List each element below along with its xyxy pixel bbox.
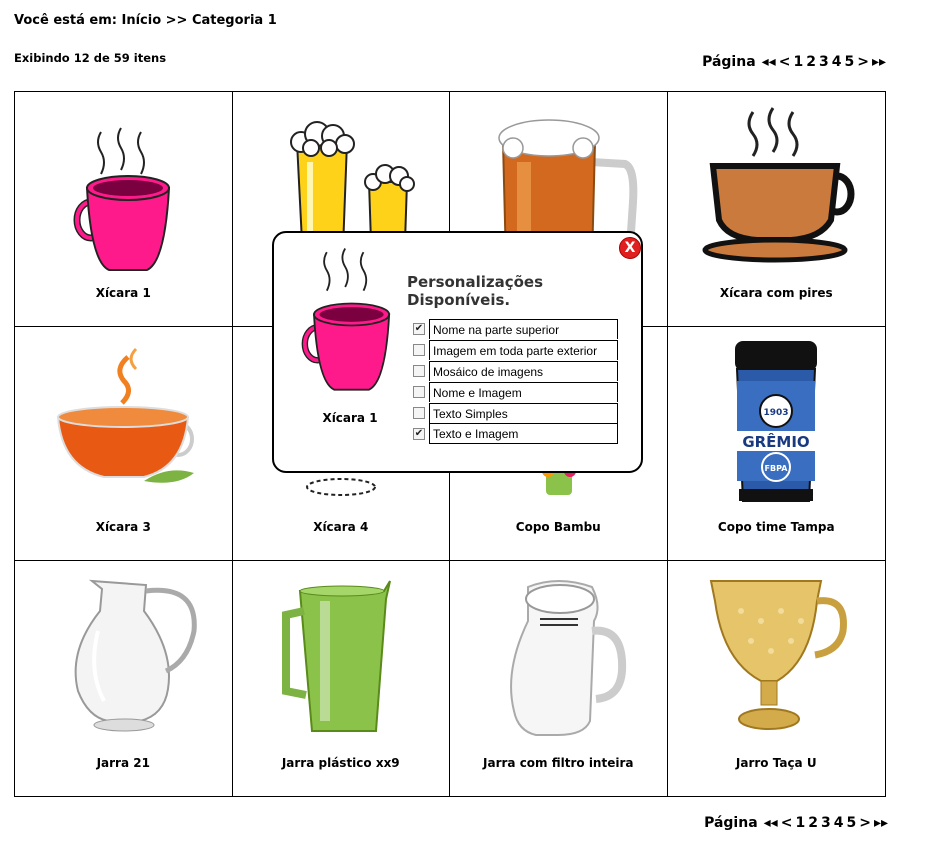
option-row[interactable]: ✔ Texto e Imagem xyxy=(413,423,618,444)
product-name: Copo Bambu xyxy=(515,520,601,535)
pagination-top: Página ◂◂ < 1 2 3 4 5 > ▸▸ xyxy=(702,54,886,70)
customization-modal: X Xícara 1 Personalizações Disponíveis. … xyxy=(272,231,643,473)
product-card[interactable]: Xícara com pires xyxy=(667,92,885,327)
next-page-link[interactable]: > xyxy=(859,815,871,831)
page-link-1[interactable]: 1 xyxy=(795,815,805,831)
tumbler-team: GRÊMIO xyxy=(743,432,810,451)
page-link-2[interactable]: 2 xyxy=(808,815,818,831)
first-page-link[interactable]: ◂◂ xyxy=(764,815,778,831)
product-name: Jarro Taça U xyxy=(735,756,817,770)
option-row[interactable]: ✔ Nome na parte superior xyxy=(413,318,618,339)
option-checkbox[interactable] xyxy=(413,364,425,377)
product-card[interactable]: Jarra com filtro inteira xyxy=(450,561,668,796)
glass-pitcher-icon xyxy=(74,580,197,732)
prev-page-link[interactable]: < xyxy=(781,815,793,831)
last-page-link[interactable]: ▸▸ xyxy=(872,54,886,70)
tumbler-sub: FBPA xyxy=(765,464,789,473)
customization-options: ✔ Nome na parte superior Imagem em toda p… xyxy=(413,318,618,444)
filter-pitcher-icon xyxy=(510,580,627,737)
option-checkbox[interactable] xyxy=(413,343,425,356)
last-page-link[interactable]: ▸▸ xyxy=(874,815,888,831)
product-name: Jarra 21 xyxy=(96,756,150,770)
option-checkbox[interactable] xyxy=(413,385,425,398)
product-name: Xícara 3 xyxy=(95,520,151,535)
option-checkbox[interactable]: ✔ xyxy=(413,322,425,335)
product-card[interactable]: Jarra 21 xyxy=(15,561,233,796)
green-pitcher-icon xyxy=(281,580,391,733)
page-link-1[interactable]: 1 xyxy=(793,54,803,70)
product-card[interactable]: Jarra plástico xx9 xyxy=(233,561,450,796)
page-link-4[interactable]: 4 xyxy=(832,54,842,70)
option-row[interactable]: Imagem em toda parte exterior xyxy=(413,339,618,360)
product-card[interactable]: 1903 GRÊMIO FBPA Copo time Tampa xyxy=(667,327,885,562)
modal-product-name: Xícara 1 xyxy=(322,411,378,425)
option-label: Mosáico de imagens xyxy=(429,360,618,381)
product-name: Xícara com pires xyxy=(719,285,833,300)
close-button[interactable]: X xyxy=(619,237,641,259)
option-row[interactable]: Mosáico de imagens xyxy=(413,360,618,381)
option-label: Texto Simples xyxy=(429,402,618,423)
product-card[interactable]: Jarro Taça U xyxy=(668,561,886,796)
page-link-5[interactable]: 5 xyxy=(844,54,854,70)
page-link-5[interactable]: 5 xyxy=(846,815,856,831)
first-page-link[interactable]: ◂◂ xyxy=(762,54,776,70)
product-name: Jarra com filtro inteira xyxy=(483,756,634,770)
pagination-label: Página xyxy=(704,815,758,831)
option-checkbox[interactable] xyxy=(413,406,425,419)
page-link-3[interactable]: 3 xyxy=(819,54,829,70)
page-link-4[interactable]: 4 xyxy=(834,815,844,831)
page-link-3[interactable]: 3 xyxy=(821,815,831,831)
option-row[interactable]: Nome e Imagem xyxy=(413,381,618,402)
product-name: Copo time Tampa xyxy=(717,520,835,535)
pink-cup-icon xyxy=(73,127,171,271)
next-page-link[interactable]: > xyxy=(857,54,869,70)
modal-title: Personalizações Disponíveis. xyxy=(407,273,544,309)
product-card[interactable]: Xícara 3 xyxy=(15,326,233,562)
tumbler-number: 1903 xyxy=(764,408,789,418)
pink-cup-icon xyxy=(301,248,391,391)
option-label: Nome e Imagem xyxy=(429,381,618,402)
product-name: Xícara 4 xyxy=(313,520,369,535)
product-name: Xícara 1 xyxy=(95,285,151,300)
option-row[interactable]: Texto Simples xyxy=(413,402,618,423)
product-card[interactable]: Xícara 1 xyxy=(15,92,233,327)
cup-with-saucer-icon xyxy=(702,107,855,263)
option-checkbox[interactable]: ✔ xyxy=(413,427,425,440)
pagination-label: Página xyxy=(702,54,756,70)
prev-page-link[interactable]: < xyxy=(779,54,791,70)
pagination-bottom: Página ◂◂ < 1 2 3 4 5 > ▸▸ xyxy=(704,815,888,831)
gold-goblet-pitcher-icon xyxy=(710,580,848,731)
tea-cup-icon xyxy=(57,347,195,483)
option-label: Nome na parte superior xyxy=(429,318,618,339)
breadcrumb: Você está em: Início >> Categoria 1 xyxy=(14,13,277,28)
option-label: Texto e Imagem xyxy=(429,423,618,444)
team-tumbler-icon: 1903 GRÊMIO FBPA xyxy=(735,340,818,502)
items-count: Exibindo 12 de 59 itens xyxy=(14,51,167,65)
page-link-2[interactable]: 2 xyxy=(806,54,816,70)
option-label: Imagem em toda parte exterior xyxy=(429,339,618,360)
product-name: Jarra plástico xx9 xyxy=(281,756,400,770)
